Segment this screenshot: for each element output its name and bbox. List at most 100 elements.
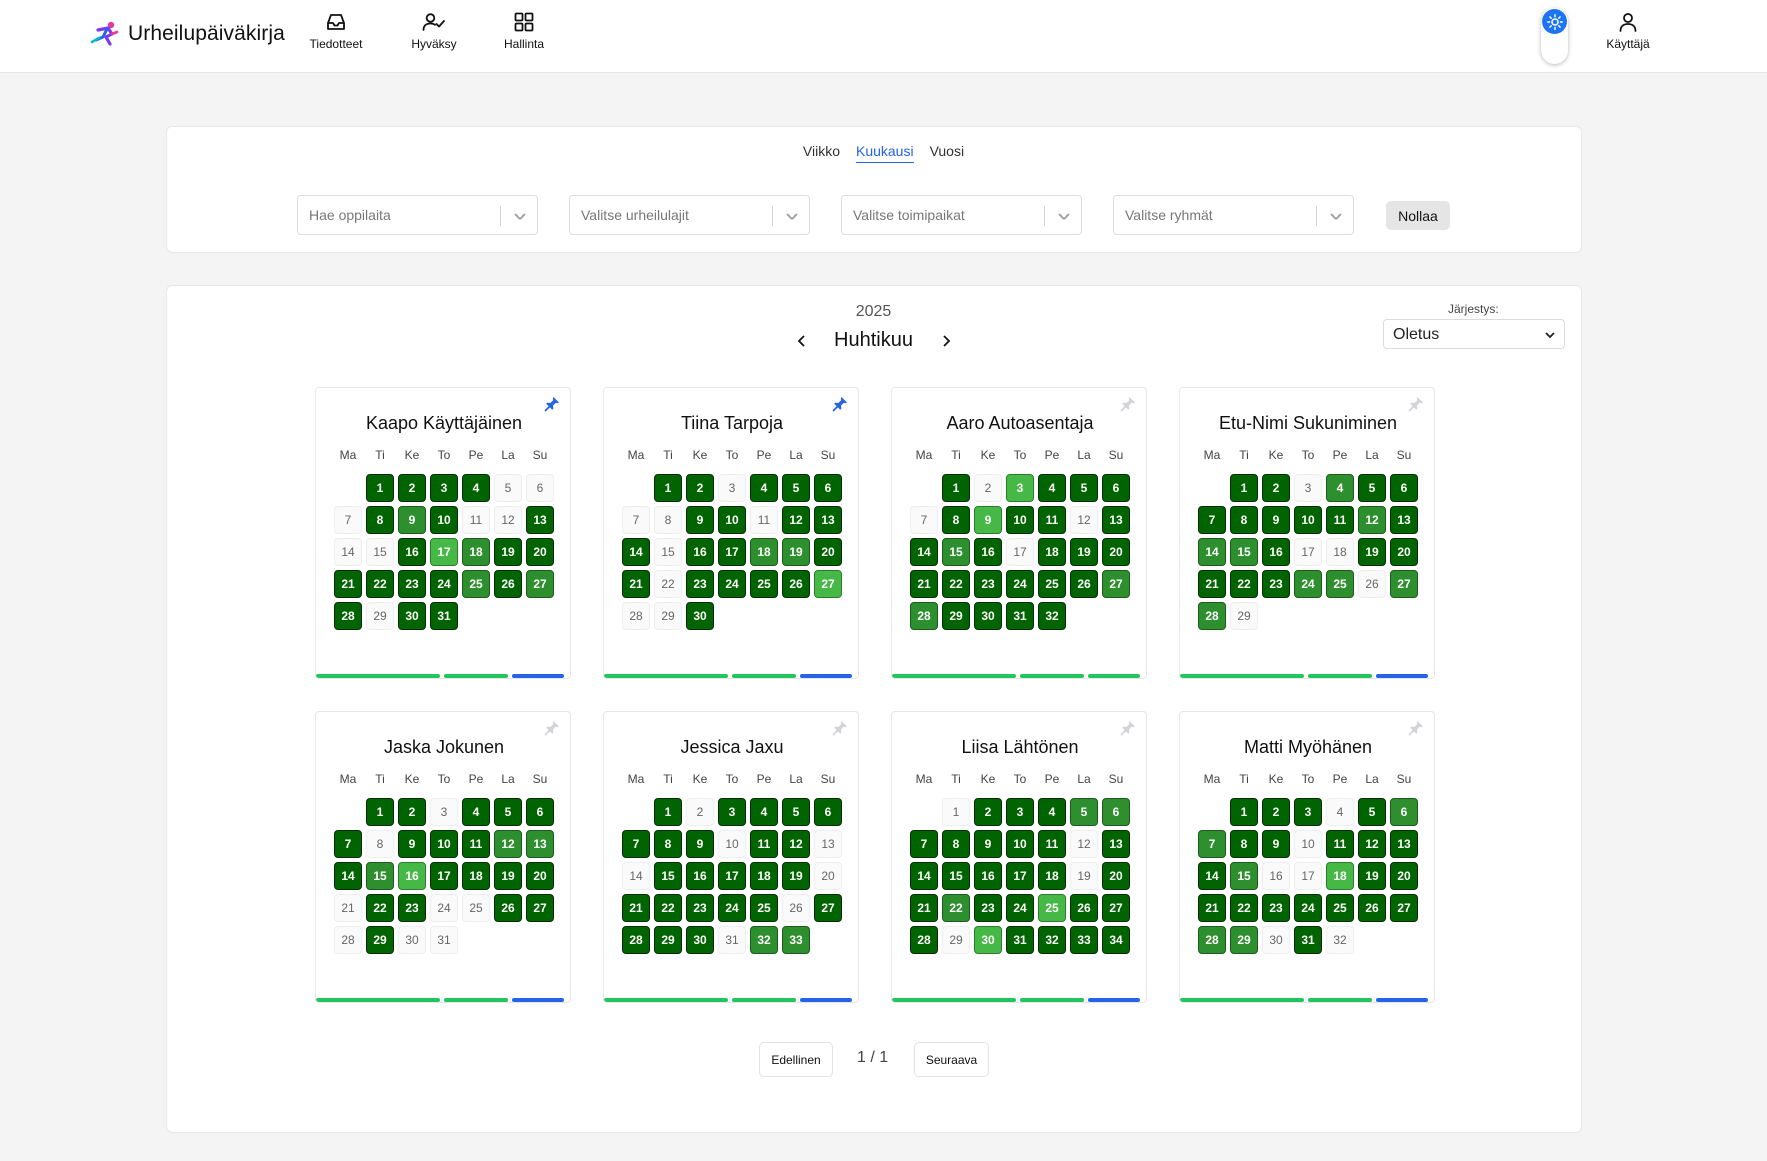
calendar-day[interactable]: 27 xyxy=(1102,894,1130,922)
calendar-day[interactable]: 28 xyxy=(334,926,362,954)
calendar-day[interactable]: 7 xyxy=(334,830,362,858)
calendar-day[interactable]: 8 xyxy=(654,830,682,858)
calendar-day[interactable]: 22 xyxy=(1230,570,1258,598)
calendar-day[interactable]: 16 xyxy=(1262,862,1290,890)
calendar-day[interactable]: 27 xyxy=(814,570,842,598)
calendar-day[interactable]: 17 xyxy=(718,538,746,566)
calendar-day[interactable]: 10 xyxy=(1006,830,1034,858)
calendar-day[interactable]: 22 xyxy=(942,570,970,598)
calendar-day[interactable]: 16 xyxy=(398,538,426,566)
calendar-day[interactable]: 15 xyxy=(1230,538,1258,566)
calendar-day[interactable]: 30 xyxy=(398,926,426,954)
calendar-day[interactable]: 29 xyxy=(942,926,970,954)
nav-item-hyvaksy[interactable]: Hyväksy xyxy=(389,12,479,62)
calendar-day[interactable]: 20 xyxy=(814,862,842,890)
calendar-day[interactable]: 30 xyxy=(974,926,1002,954)
calendar-day[interactable]: 1 xyxy=(366,798,394,826)
calendar-day[interactable]: 13 xyxy=(526,830,554,858)
calendar-day[interactable]: 3 xyxy=(430,798,458,826)
calendar-day[interactable]: 8 xyxy=(1230,506,1258,534)
calendar-day[interactable]: 14 xyxy=(1198,862,1226,890)
calendar-day[interactable]: 15 xyxy=(366,862,394,890)
reset-filters-button[interactable]: Nollaa xyxy=(1386,201,1450,230)
calendar-day[interactable]: 24 xyxy=(718,570,746,598)
calendar-day[interactable]: 19 xyxy=(494,862,522,890)
calendar-day[interactable]: 10 xyxy=(430,830,458,858)
calendar-day[interactable]: 14 xyxy=(334,538,362,566)
calendar-day[interactable]: 7 xyxy=(334,506,362,534)
calendar-day[interactable]: 13 xyxy=(1390,830,1418,858)
student-card[interactable]: Liisa Lähtönen Ma Ti Ke To Pe La Su 1 2 3 4 5 6 7 8 9 10 1… xyxy=(891,711,1147,1003)
calendar-day[interactable]: 30 xyxy=(686,602,714,630)
calendar-day[interactable]: 11 xyxy=(462,830,490,858)
calendar-day[interactable]: 23 xyxy=(974,894,1002,922)
calendar-day[interactable]: 10 xyxy=(1294,830,1322,858)
calendar-day[interactable]: 24 xyxy=(1294,570,1322,598)
calendar-day[interactable]: 26 xyxy=(1358,570,1386,598)
calendar-day[interactable]: 13 xyxy=(814,830,842,858)
calendar-day[interactable]: 32 xyxy=(1038,602,1066,630)
calendar-day[interactable]: 6 xyxy=(1102,474,1130,502)
calendar-day[interactable]: 6 xyxy=(1390,474,1418,502)
calendar-day[interactable]: 25 xyxy=(462,570,490,598)
calendar-day[interactable]: 30 xyxy=(686,926,714,954)
calendar-day[interactable]: 23 xyxy=(398,894,426,922)
calendar-day[interactable]: 1 xyxy=(942,474,970,502)
calendar-day[interactable]: 14 xyxy=(334,862,362,890)
calendar-day[interactable]: 24 xyxy=(430,570,458,598)
calendar-day[interactable]: 12 xyxy=(1358,830,1386,858)
calendar-day[interactable]: 17 xyxy=(1006,862,1034,890)
calendar-day[interactable]: 17 xyxy=(1294,538,1322,566)
calendar-day[interactable]: 3 xyxy=(1006,474,1034,502)
calendar-day[interactable]: 4 xyxy=(462,798,490,826)
calendar-day[interactable]: 2 xyxy=(974,474,1002,502)
calendar-day[interactable]: 3 xyxy=(1294,474,1322,502)
calendar-day[interactable]: 17 xyxy=(718,862,746,890)
pin-icon[interactable] xyxy=(544,720,560,736)
calendar-day[interactable]: 14 xyxy=(910,538,938,566)
sort-select[interactable]: Oletus xyxy=(1383,319,1565,349)
student-card[interactable]: Aaro Autoasentaja Ma Ti Ke To Pe La Su 1 2 3 4 5 6 7 8 9… xyxy=(891,387,1147,679)
calendar-day[interactable]: 29 xyxy=(1230,602,1258,630)
calendar-day[interactable]: 15 xyxy=(1230,862,1258,890)
calendar-day[interactable]: 17 xyxy=(1006,538,1034,566)
calendar-day[interactable]: 21 xyxy=(334,894,362,922)
calendar-day[interactable]: 10 xyxy=(1294,506,1322,534)
calendar-day[interactable]: 19 xyxy=(1358,862,1386,890)
calendar-day[interactable]: 19 xyxy=(494,538,522,566)
calendar-day[interactable]: 11 xyxy=(750,506,778,534)
calendar-day[interactable]: 22 xyxy=(654,894,682,922)
calendar-day[interactable]: 25 xyxy=(1326,570,1354,598)
calendar-day[interactable]: 22 xyxy=(366,894,394,922)
calendar-day[interactable]: 19 xyxy=(1070,538,1098,566)
calendar-day[interactable]: 5 xyxy=(494,474,522,502)
calendar-day[interactable]: 11 xyxy=(1038,506,1066,534)
student-card[interactable]: Jessica Jaxu Ma Ti Ke To Pe La Su 1 2 3 4 5 6 7 8 9 10 11 1… xyxy=(603,711,859,1003)
calendar-day[interactable]: 28 xyxy=(910,926,938,954)
calendar-day[interactable]: 10 xyxy=(430,506,458,534)
calendar-day[interactable]: 29 xyxy=(654,602,682,630)
calendar-day[interactable]: 21 xyxy=(622,894,650,922)
calendar-day[interactable]: 12 xyxy=(1358,506,1386,534)
tab-vuosi[interactable]: Vuosi xyxy=(930,143,965,163)
calendar-day[interactable]: 28 xyxy=(334,602,362,630)
calendar-day[interactable]: 21 xyxy=(622,570,650,598)
calendar-day[interactable]: 9 xyxy=(686,506,714,534)
pin-icon[interactable] xyxy=(1120,720,1136,736)
calendar-day[interactable]: 28 xyxy=(622,602,650,630)
calendar-day[interactable]: 5 xyxy=(1358,474,1386,502)
previous-month-button[interactable] xyxy=(791,330,813,352)
calendar-day[interactable]: 1 xyxy=(942,798,970,826)
calendar-day[interactable]: 28 xyxy=(1198,926,1226,954)
calendar-day[interactable]: 19 xyxy=(782,538,810,566)
calendar-day[interactable]: 18 xyxy=(1038,862,1066,890)
calendar-day[interactable]: 28 xyxy=(1198,602,1226,630)
calendar-day[interactable]: 8 xyxy=(654,506,682,534)
calendar-day[interactable]: 3 xyxy=(1006,798,1034,826)
calendar-day[interactable]: 16 xyxy=(974,862,1002,890)
calendar-day[interactable]: 4 xyxy=(750,798,778,826)
calendar-day[interactable]: 10 xyxy=(718,506,746,534)
calendar-day[interactable]: 18 xyxy=(750,862,778,890)
calendar-day[interactable]: 4 xyxy=(1326,474,1354,502)
calendar-day[interactable]: 16 xyxy=(686,538,714,566)
